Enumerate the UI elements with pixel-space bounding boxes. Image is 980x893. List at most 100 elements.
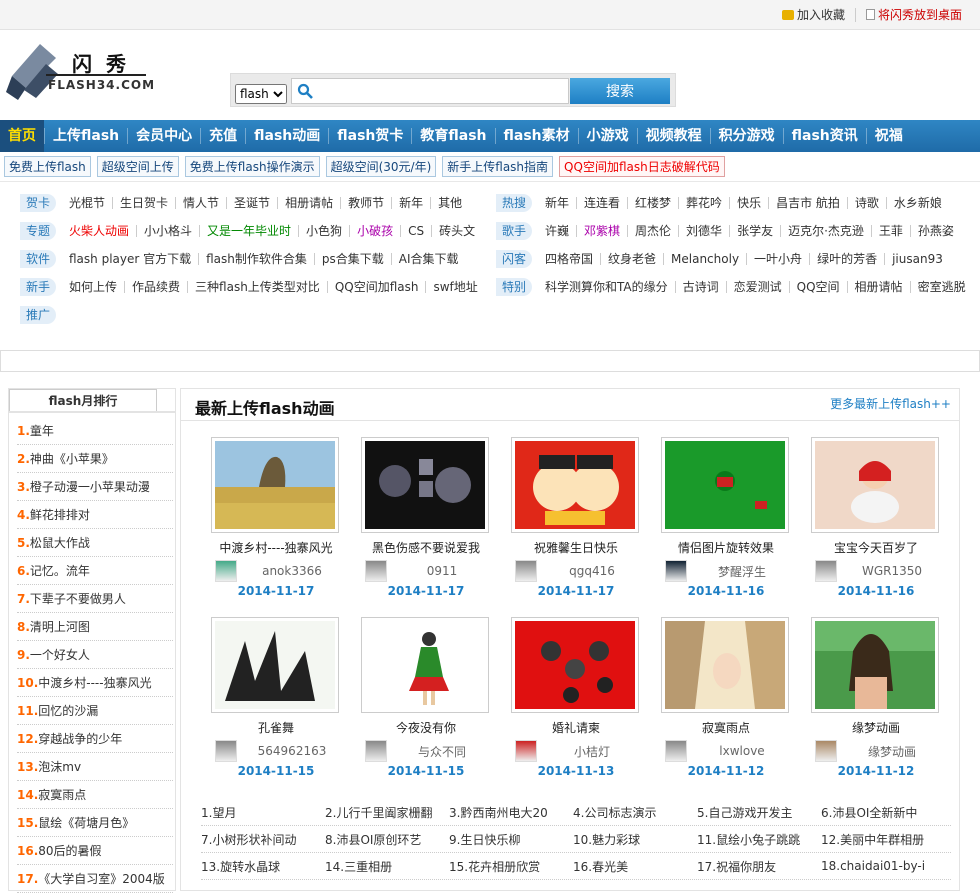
tag-link[interactable]: 其他	[431, 197, 469, 209]
tag-link[interactable]: 新年	[538, 197, 578, 209]
tag-link[interactable]: 迈克尔·杰克逊	[781, 225, 872, 237]
flash-title[interactable]: 黑色伤感不要说爱我	[361, 539, 491, 556]
author-name[interactable]: WGR1350	[843, 564, 941, 578]
tag-link[interactable]: 砖头文	[432, 225, 482, 237]
author-name[interactable]: lxwlove	[693, 744, 791, 758]
tag-link[interactable]: 快乐	[730, 197, 770, 209]
flash-thumbnail[interactable]	[661, 437, 789, 533]
flash-title[interactable]: 今夜没有你	[361, 719, 491, 736]
avatar[interactable]	[215, 560, 237, 582]
flash-thumbnail[interactable]	[211, 437, 339, 533]
tag-category-label[interactable]: 软件	[20, 250, 56, 268]
flash-title[interactable]: 孔雀舞	[211, 719, 341, 736]
flash-thumbnail[interactable]	[511, 617, 639, 713]
nav-item[interactable]: 会员中心	[128, 120, 200, 152]
rank-item[interactable]: 8.清明上河图	[17, 613, 173, 641]
tag-link[interactable]: flash player 官方下载	[62, 253, 200, 265]
flash-title[interactable]: 宝宝今天百岁了	[811, 539, 941, 556]
rank-item[interactable]: 16.80后的暑假	[17, 837, 173, 865]
save-to-desktop-link[interactable]: 将闪秀放到桌面	[860, 6, 968, 23]
rank-item[interactable]: 9.一个好女人	[17, 641, 173, 669]
nav-item[interactable]: 上传flash	[45, 120, 127, 152]
flash-title[interactable]: 情侣图片旋转效果	[661, 539, 791, 556]
flash-card[interactable]: 缘梦动画 缘梦动画 2014-11-12	[811, 617, 941, 787]
avatar[interactable]	[665, 560, 687, 582]
tag-link[interactable]: 三种flash上传类型对比	[188, 281, 328, 293]
flash-title[interactable]: 中渡乡村----独寨风光	[211, 539, 341, 556]
rank-item[interactable]: 12.穿越战争的少年	[17, 725, 173, 753]
avatar[interactable]	[515, 740, 537, 762]
rank-item[interactable]: 17.《大学自习室》2004版	[17, 865, 173, 893]
rank-item[interactable]: 13.泡沫mv	[17, 753, 173, 781]
flash-card[interactable]: 中渡乡村----独寨风光 anok3366 2014-11-17	[211, 437, 341, 607]
list-item[interactable]: 11.鼠绘小兔子跳跳	[697, 831, 821, 848]
more-latest-link[interactable]: 更多最新上传flash++	[830, 395, 951, 412]
tag-link[interactable]: 昌吉市 航拍	[769, 197, 848, 209]
tag-link[interactable]: 火柴人动画	[62, 225, 138, 237]
flash-card[interactable]: 宝宝今天百岁了 WGR1350 2014-11-16	[811, 437, 941, 607]
flash-thumbnail[interactable]	[811, 437, 939, 533]
list-item[interactable]: 18.chaidai01-by-i	[821, 859, 945, 873]
tag-link[interactable]: 作品续费	[125, 281, 189, 293]
avatar[interactable]	[515, 560, 537, 582]
nav-item[interactable]: flash资讯	[784, 120, 866, 152]
rank-item[interactable]: 7.下辈子不要做男人	[17, 585, 173, 613]
tag-link[interactable]: swf地址	[426, 281, 484, 293]
flash-thumbnail[interactable]	[361, 617, 489, 713]
tag-category-label[interactable]: 新手	[20, 278, 56, 296]
tag-link[interactable]: 恋爱测试	[727, 281, 790, 293]
avatar[interactable]	[365, 560, 387, 582]
author-name[interactable]: 0911	[393, 564, 491, 578]
nav-item[interactable]: 教育flash	[412, 120, 494, 152]
flash-title[interactable]: 缘梦动画	[811, 719, 941, 736]
tag-link[interactable]: 周杰伦	[628, 225, 680, 237]
tag-category-label[interactable]: 热搜	[496, 194, 532, 212]
author-name[interactable]: qgq416	[543, 564, 641, 578]
avatar[interactable]	[665, 740, 687, 762]
nav-item[interactable]: 视频教程	[638, 120, 710, 152]
tag-category-label[interactable]: 闪客	[496, 250, 532, 268]
list-item[interactable]: 10.魅力彩球	[573, 831, 697, 848]
tag-link[interactable]: 情人节	[176, 197, 228, 209]
author-name[interactable]: anok3366	[243, 564, 341, 578]
subnav-link[interactable]: 新手上传flash指南	[442, 156, 554, 177]
tag-link[interactable]: 小色狗	[299, 225, 351, 237]
nav-item[interactable]: flash贺卡	[329, 120, 411, 152]
list-item[interactable]: 15.花卉相册欣赏	[449, 858, 573, 875]
list-item[interactable]: 6.沛县OI全新新中	[821, 804, 945, 821]
flash-title[interactable]: 婚礼请柬	[511, 719, 641, 736]
tag-link[interactable]: 相册请帖	[848, 281, 911, 293]
nav-item[interactable]: 祝福	[867, 120, 911, 152]
list-item[interactable]: 12.美丽中年群相册	[821, 831, 945, 848]
tag-category-label[interactable]: 特别	[496, 278, 532, 296]
tag-link[interactable]: 小小格斗	[137, 225, 201, 237]
list-item[interactable]: 4.公司标志演示	[573, 804, 697, 821]
flash-card[interactable]: 祝雅馨生日快乐 qgq416 2014-11-17	[511, 437, 641, 607]
tag-link[interactable]: 葬花吟	[679, 197, 731, 209]
rank-item[interactable]: 10.中渡乡村----独寨风光	[17, 669, 173, 697]
subnav-link[interactable]: 免费上传flash	[4, 156, 91, 177]
tag-category-label[interactable]: 歌手	[496, 222, 532, 240]
flash-card[interactable]: 情侣图片旋转效果 梦醒浮生 2014-11-16	[661, 437, 791, 607]
tag-link[interactable]: 孙燕姿	[911, 225, 961, 237]
flash-card[interactable]: 黑色伤感不要说爱我 0911 2014-11-17	[361, 437, 491, 607]
rank-item[interactable]: 1.童年	[17, 417, 173, 445]
list-item[interactable]: 2.儿行千里阖家栅翻	[325, 804, 449, 821]
subnav-link[interactable]: 超级空间(30元/年)	[325, 156, 437, 177]
tag-link[interactable]: 红楼梦	[628, 197, 680, 209]
tag-link[interactable]: 一叶小舟	[747, 253, 811, 265]
rank-item[interactable]: 5.松鼠大作战	[17, 529, 173, 557]
tag-link[interactable]: 邓紫棋	[577, 225, 629, 237]
flash-title[interactable]: 寂寞雨点	[661, 719, 791, 736]
tag-link[interactable]: Melancholy	[664, 253, 748, 265]
rank-item[interactable]: 15.鼠绘《荷塘月色》	[17, 809, 173, 837]
list-item[interactable]: 14.三重相册	[325, 858, 449, 875]
rank-item[interactable]: 2.神曲《小苹果》	[17, 445, 173, 473]
add-favorite-link[interactable]: 加入收藏	[776, 6, 851, 23]
tag-link[interactable]: jiusan93	[885, 253, 950, 265]
flash-thumbnail[interactable]	[211, 617, 339, 713]
tag-link[interactable]: 如何上传	[62, 281, 126, 293]
list-item[interactable]: 5.自己游戏开发主	[697, 804, 821, 821]
flash-card[interactable]: 寂寞雨点 lxwlove 2014-11-12	[661, 617, 791, 787]
search-type-select[interactable]: flash	[235, 84, 287, 104]
